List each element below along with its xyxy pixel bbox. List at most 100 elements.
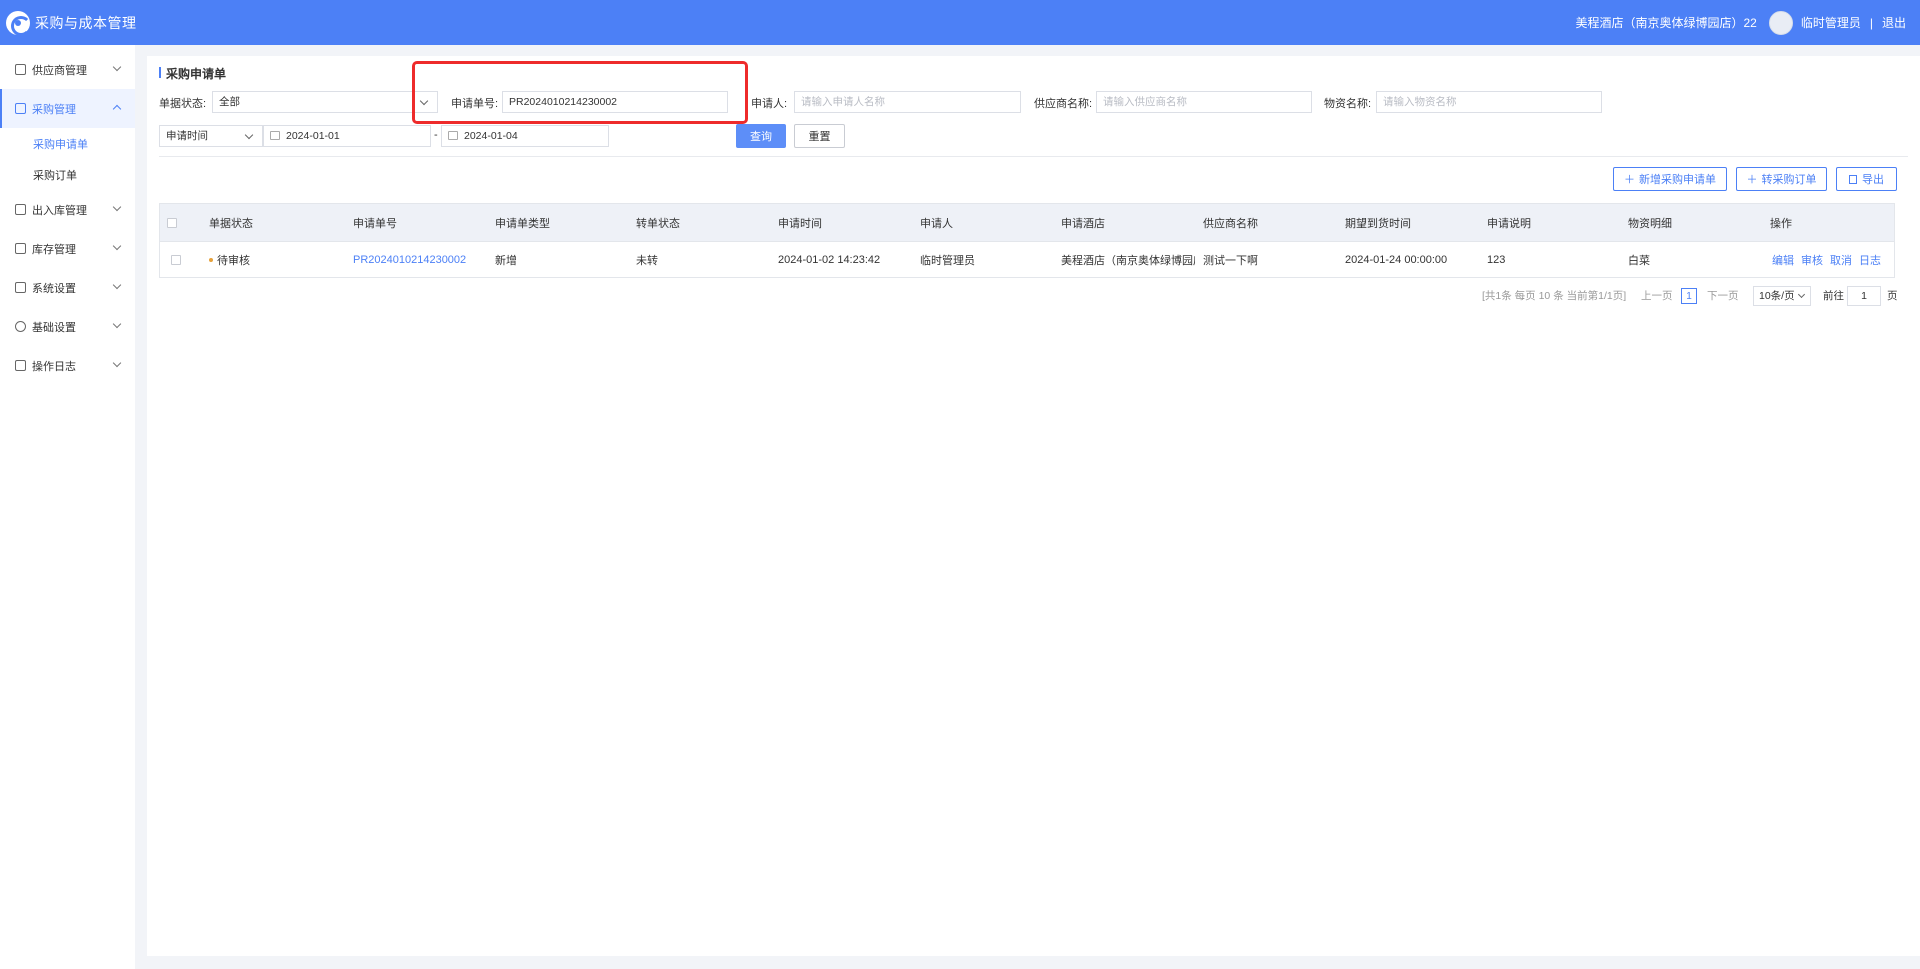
chevron-down-icon — [112, 62, 122, 72]
pagination-summary: [共1条 每页 10 条 当前第1/1页] — [1482, 290, 1627, 302]
plus-icon: ＋ — [1624, 174, 1635, 186]
sidebar-item-inventory[interactable]: 库存管理 — [0, 229, 135, 268]
table-row[interactable]: 待审核 PR2024010214230002 新增 未转 2024-01-02 … — [160, 241, 1894, 277]
export-icon — [1849, 174, 1857, 184]
supplier-input[interactable]: 请输入供应商名称 — [1096, 91, 1312, 113]
system-icon — [15, 282, 26, 293]
cancel-link[interactable]: 取消 — [1830, 252, 1852, 268]
applicant-input[interactable]: 请输入申请人名称 — [794, 91, 1021, 113]
column-header[interactable]: 转单状态 — [636, 204, 776, 241]
status-cell: 待审核 — [209, 242, 349, 277]
supplier-placeholder: 请输入供应商名称 — [1103, 96, 1187, 108]
sidebar-subitem-label: 采购申请单 — [33, 138, 88, 151]
inventory-icon — [15, 243, 26, 254]
applicant-label: 申请人: — [751, 98, 788, 110]
column-header[interactable]: 申请单号 — [353, 204, 493, 241]
sidebar-item-label: 出入库管理 — [32, 204, 87, 217]
date-start-input[interactable]: 2024-01-01 — [263, 125, 431, 147]
reset-button[interactable]: 重置 — [794, 124, 845, 148]
sidebar-item-label: 基础设置 — [32, 321, 76, 334]
sidebar-item-system[interactable]: 系统设置 — [0, 268, 135, 307]
sidebar-item-purchase[interactable]: 采购管理 — [0, 89, 135, 128]
hotel-name[interactable]: 美程酒店（南京奥体绿博园店）22 — [1575, 14, 1756, 31]
column-header[interactable]: 申请酒店 — [1061, 204, 1201, 241]
app-title: 采购与成本管理 — [35, 14, 137, 31]
column-header[interactable]: 物资明细 — [1628, 204, 1768, 241]
status-label: 单据状态: — [159, 98, 207, 110]
column-header[interactable]: 单据状态 — [209, 204, 349, 241]
select-all-cell — [167, 204, 183, 241]
header-user-area: 美程酒店（南京奥体绿博园店）22 临时管理员 | 退出 — [1575, 0, 1906, 45]
column-header[interactable]: 申请时间 — [778, 204, 918, 241]
chevron-down-icon — [112, 202, 122, 212]
status-text: 待审核 — [217, 254, 250, 267]
column-header[interactable]: 申请单类型 — [495, 204, 635, 241]
chevron-down-icon — [1797, 290, 1806, 299]
logo-icon — [6, 10, 31, 36]
log-link[interactable]: 日志 — [1859, 252, 1881, 268]
material-input[interactable]: 请输入物资名称 — [1376, 91, 1602, 113]
page-size-select[interactable]: 10条/页 — [1753, 286, 1811, 306]
logout-link[interactable]: 退出 — [1882, 14, 1906, 31]
date-type-select[interactable]: 申请时间 — [159, 125, 263, 147]
column-header[interactable]: 供应商名称 — [1203, 204, 1343, 241]
calendar-icon — [448, 131, 458, 140]
sidebar-item-label: 采购管理 — [32, 103, 76, 116]
sidebar-item-inout[interactable]: 出入库管理 — [0, 190, 135, 229]
add-request-label: 新增采购申请单 — [1639, 174, 1716, 186]
column-header[interactable]: 申请说明 — [1487, 204, 1627, 241]
request-table: 单据状态 申请单号 申请单类型 转单状态 申请时间 申请人 申请酒店 供应商名称… — [159, 203, 1895, 278]
date-end-input[interactable]: 2024-01-04 — [441, 125, 609, 147]
divider — [159, 156, 1908, 157]
supplier-icon — [15, 64, 26, 75]
hotel-cell: 美程酒店（南京奥体绿博园店） — [1061, 254, 1195, 267]
sidebar-item-supplier[interactable]: 供应商管理 — [0, 50, 135, 89]
table-header: 单据状态 申请单号 申请单类型 转单状态 申请时间 申请人 申请酒店 供应商名称… — [160, 204, 1894, 241]
supplier-cell: 测试一下啊 — [1203, 254, 1258, 267]
date-type-value: 申请时间 — [166, 130, 208, 142]
inout-icon — [15, 204, 26, 215]
edit-link[interactable]: 编辑 — [1772, 252, 1794, 268]
sidebar-subitem-purchase-order[interactable]: 采购订单 — [0, 159, 135, 190]
page-number-current[interactable]: 1 — [1681, 288, 1697, 304]
audit-link[interactable]: 审核 — [1801, 252, 1823, 268]
sidebar-item-basic[interactable]: 基础设置 — [0, 307, 135, 346]
export-button[interactable]: 导出 — [1836, 167, 1897, 191]
query-button[interactable]: 查询 — [736, 124, 786, 148]
chevron-down-icon — [112, 241, 122, 251]
sidebar-item-log[interactable]: 操作日志 — [0, 346, 135, 385]
chevron-down-icon — [112, 319, 122, 329]
gear-icon — [15, 321, 26, 332]
top-bar: 采购与成本管理 美程酒店（南京奥体绿博园店）22 临时管理员 | 退出 — [0, 0, 1920, 45]
material-label: 物资名称: — [1324, 98, 1372, 110]
material-cell: 白菜 — [1628, 254, 1650, 267]
status-select[interactable]: 全部 — [212, 91, 438, 113]
avatar[interactable] — [1768, 10, 1793, 35]
sidebar-subitem-purchase-request[interactable]: 采购申请单 — [0, 128, 135, 159]
goto-page-input[interactable]: 1 — [1847, 286, 1881, 306]
plus-icon: ＋ — [1746, 174, 1758, 186]
user-name[interactable]: 临时管理员 — [1801, 14, 1861, 31]
next-page-button[interactable]: 下一页 — [1707, 288, 1739, 303]
purchase-icon — [15, 103, 26, 114]
convert-order-label: 转采购订单 — [1761, 174, 1817, 186]
chevron-down-icon — [112, 280, 122, 290]
column-header[interactable]: 期望到货时间 — [1345, 204, 1485, 241]
convert-order-button[interactable]: ＋ 转采购订单 — [1736, 167, 1827, 191]
log-icon — [15, 360, 26, 371]
select-all-checkbox[interactable] — [167, 217, 177, 228]
supplier-label: 供应商名称: — [1034, 98, 1093, 110]
prev-page-button[interactable]: 上一页 — [1641, 288, 1673, 303]
export-label: 导出 — [1862, 174, 1884, 186]
add-request-button[interactable]: ＋ 新增采购申请单 — [1613, 167, 1727, 191]
page-title: 采购申请单 — [159, 65, 226, 82]
row-checkbox[interactable] — [171, 254, 181, 265]
sidebar-item-label: 库存管理 — [32, 243, 76, 256]
header-separator: | — [1869, 15, 1873, 30]
logo[interactable]: 采购与成本管理 — [6, 10, 137, 36]
request-no-link[interactable]: PR2024010214230002 — [353, 242, 493, 277]
material-placeholder: 请输入物资名称 — [1383, 96, 1457, 108]
column-header[interactable]: 申请人 — [920, 204, 1060, 241]
chevron-up-icon — [112, 104, 122, 114]
sidebar-item-label: 供应商管理 — [32, 64, 87, 77]
